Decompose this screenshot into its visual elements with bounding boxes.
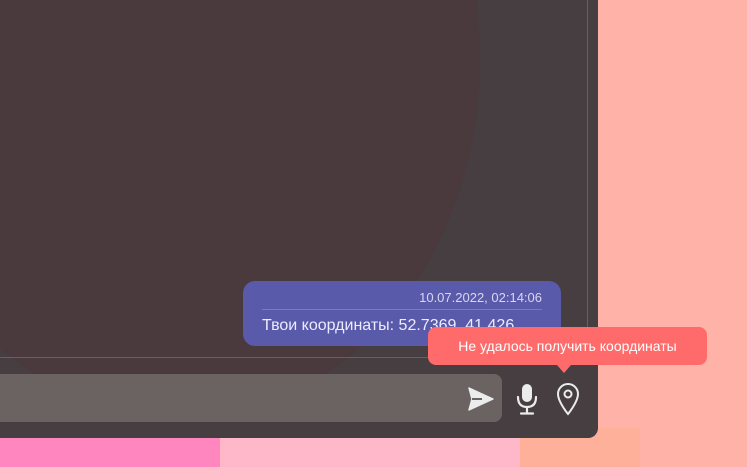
message-timestamp: 10.07.2022, 02:14:06 — [262, 290, 542, 310]
chat-panel: 10.07.2022, 02:14:06 Твои координаты: 52… — [0, 0, 598, 438]
chat-messages-area[interactable]: 10.07.2022, 02:14:06 Твои координаты: 52… — [0, 0, 588, 358]
error-tooltip: Не удалось получить координаты — [428, 327, 707, 365]
send-button[interactable] — [465, 383, 497, 415]
microphone-button[interactable] — [512, 380, 542, 418]
location-button[interactable] — [552, 380, 584, 418]
send-icon — [468, 387, 494, 411]
message-input[interactable] — [0, 374, 502, 422]
tooltip-arrow — [557, 365, 571, 373]
location-pin-icon — [556, 383, 580, 416]
microphone-icon — [516, 384, 538, 415]
